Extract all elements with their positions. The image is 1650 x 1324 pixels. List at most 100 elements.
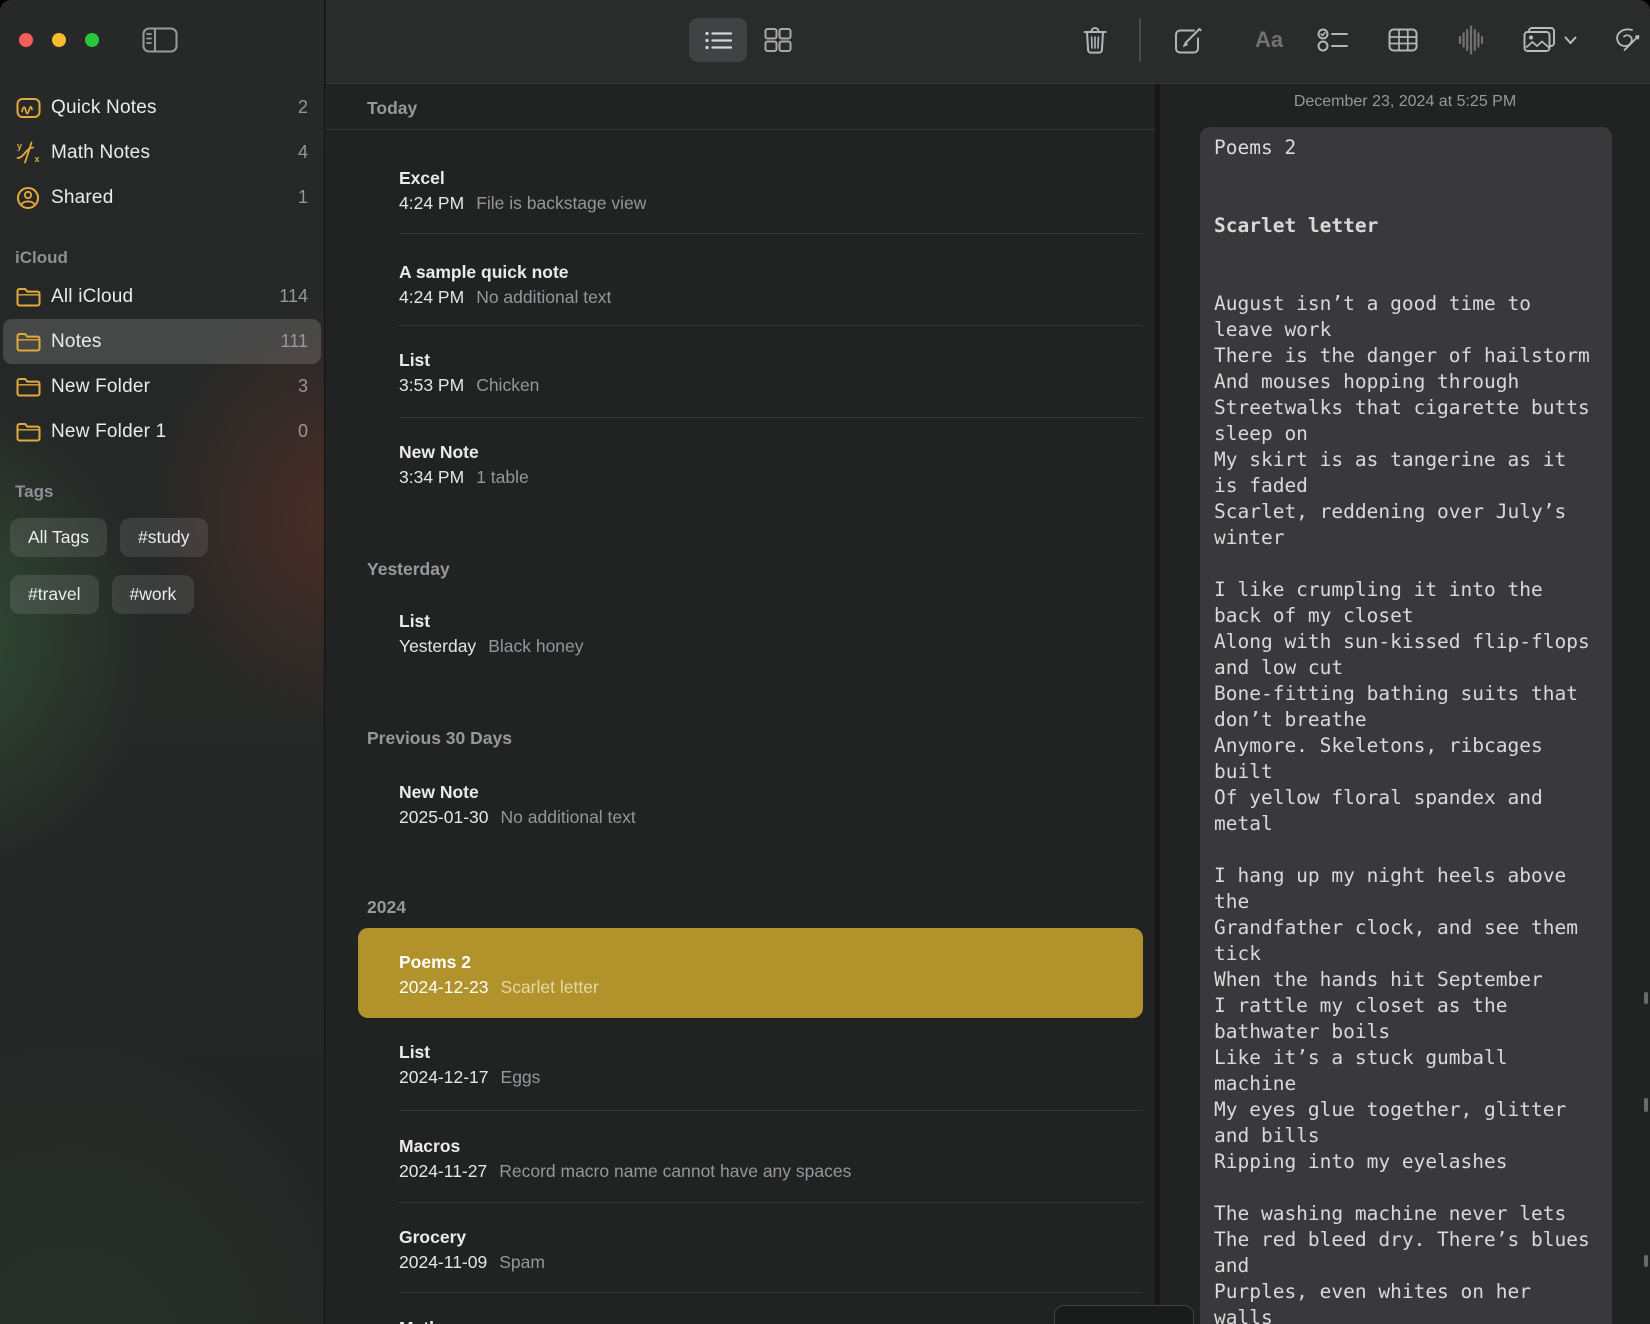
note-row-time: 3:34 PM (399, 467, 465, 487)
math-function-icon: yx (16, 141, 42, 164)
notes-group-header: Previous 30 Days (367, 728, 512, 748)
traffic-lights (19, 33, 99, 47)
sidebar-item-new-folder[interactable]: New Folder 3 (3, 364, 321, 409)
tag-pill-study[interactable]: #study (119, 518, 208, 557)
folder-icon (16, 422, 42, 442)
sidebar-item-count: 2 (297, 97, 308, 117)
note-row-time: 2024-11-09 (399, 1252, 488, 1272)
sidebar-item-count: 0 (297, 421, 308, 441)
sidebar-item-all-icloud[interactable]: All iCloud 114 (3, 274, 321, 319)
audio-record-button[interactable] (1458, 25, 1484, 55)
sidebar-icloud-folders: All iCloud 114 Notes 111 New Folder 3 New Fold… (0, 274, 324, 454)
note-row-time: 2024-11-27 (399, 1161, 488, 1181)
note-row-title: Math (399, 1317, 1142, 1324)
note-row-preview: Spam (499, 1252, 545, 1272)
list-view-button[interactable] (689, 18, 747, 62)
bottom-overlay (1054, 1305, 1194, 1324)
note-row-divider (398, 1110, 1142, 1111)
sidebar-item-new-folder-1[interactable]: New Folder 1 0 (3, 409, 321, 454)
sidebar-item-label: New Folder 1 (51, 420, 167, 442)
note-row[interactable]: Grocery 2024-11-09 Spam (399, 1226, 1142, 1273)
note-row-preview: Black honey (488, 636, 584, 656)
note-row[interactable]: List 2024-12-17 Eggs (399, 1041, 1142, 1088)
note-row-preview: No additional text (476, 287, 612, 307)
note-row-title: A sample quick note (399, 262, 569, 282)
toolbar-divider (1139, 18, 1141, 62)
svg-text:y: y (17, 141, 22, 151)
note-heading: Scarlet letter (1214, 214, 1379, 237)
zoom-window-button[interactable] (85, 33, 99, 47)
note-row-divider (398, 325, 1142, 326)
note-row-preview: Scarlet letter (500, 977, 599, 997)
minimize-window-button[interactable] (52, 33, 66, 47)
note-row[interactable]: List 3:53 PM Chicken (399, 349, 1142, 396)
note-row[interactable]: List Yesterday Black honey (399, 610, 1142, 657)
note-row-title: New Note (399, 442, 479, 462)
note-row-preview: Chicken (476, 375, 540, 395)
note-row-preview: File is backstage view (476, 193, 647, 213)
sidebar-item-label: Quick Notes (51, 96, 157, 118)
image-wand-button[interactable] (1611, 26, 1641, 54)
checklist-button[interactable] (1317, 28, 1349, 52)
note-row[interactable]: A sample quick note 4:24 PM No additional … (399, 261, 1142, 308)
sidebar-item-shared[interactable]: Shared 1 (3, 175, 321, 220)
note-row-time: 3:53 PM (399, 375, 465, 395)
insert-photos-button[interactable] (1523, 27, 1577, 53)
note-row-time: 2024-12-23 (399, 977, 489, 997)
insert-table-button[interactable] (1388, 28, 1418, 53)
note-content-block[interactable]: Poems 2 Scarlet letter August isn’t a go… (1200, 127, 1612, 1324)
delete-note-button[interactable] (1082, 26, 1108, 55)
sidebar-item-count: 4 (297, 142, 308, 162)
svg-text:x: x (35, 154, 40, 164)
note-row-title: New Note (399, 782, 479, 802)
new-note-button[interactable] (1173, 26, 1203, 55)
close-window-button[interactable] (19, 33, 33, 47)
notes-group-header: 2024 (367, 897, 406, 917)
note-row-preview: Record macro name cannot have any spaces (499, 1161, 852, 1181)
icloud-section-label: iCloud (15, 248, 68, 267)
note-row-title: Excel (399, 168, 445, 188)
sidebar-item-quick-notes[interactable]: Quick Notes 2 (3, 85, 321, 130)
note-row[interactable]: Poems 2 2024-12-23 Scarlet letter (399, 951, 1142, 998)
notes-group-header: Today (367, 98, 418, 118)
note-row-divider (398, 233, 1142, 234)
note-row-title: Poems 2 (399, 952, 471, 972)
sidebar-item-math-notes[interactable]: y x Math Notes 4 (3, 130, 321, 175)
note-row-divider (398, 1292, 1142, 1293)
note-row-title: Macros (399, 1136, 461, 1156)
format-text-button[interactable]: Aa (1255, 27, 1283, 53)
tag-pill-travel[interactable]: #travel (10, 575, 99, 614)
note-row-divider (398, 417, 1142, 418)
note-row[interactable]: Macros 2024-11-27 Record macro name cannot… (399, 1135, 1142, 1182)
note-row[interactable]: New Note 3:34 PM 1 table (399, 441, 1142, 488)
window-edge-artifact (1644, 1098, 1648, 1112)
shared-person-icon (16, 186, 42, 210)
note-row[interactable]: New Note 2025-01-30 No additional text (399, 781, 1142, 828)
notes-list: Today Excel 4:24 PM File is backstage view A… (326, 84, 1158, 1324)
tag-pill-alltags[interactable]: All Tags (10, 518, 107, 557)
note-editor-pane[interactable]: December 23, 2024 at 5:25 PM Poems 2 Sca… (1160, 84, 1650, 1324)
sidebar: Quick Notes 2 y x Math Notes 4 Shared 1 iCloud … (0, 0, 325, 1324)
sidebar-item-notes[interactable]: Notes 111 (3, 319, 321, 364)
note-row[interactable]: Math (399, 1317, 1142, 1324)
note-row[interactable]: Excel 4:24 PM File is backstage view (399, 167, 1142, 214)
sidebar-item-count: 1 (297, 187, 308, 207)
note-row-preview: 1 table (476, 467, 529, 487)
note-row-preview: Eggs (500, 1067, 541, 1087)
sidebar-smart-folders: Quick Notes 2 y x Math Notes 4 Shared 1 (0, 85, 324, 220)
note-date-header: December 23, 2024 at 5:25 PM (1293, 93, 1517, 110)
sidebar-item-label: Notes (51, 330, 102, 352)
sidebar-item-count: 3 (297, 376, 308, 396)
sidebar-item-label: New Folder (51, 375, 151, 397)
tag-pill-work[interactable]: #work (111, 575, 195, 614)
folder-icon (16, 377, 42, 397)
sidebar-toggle-icon[interactable] (140, 25, 180, 58)
sidebar-item-label: All iCloud (51, 285, 134, 307)
sidebar-item-label: Shared (51, 186, 114, 208)
gallery-view-button[interactable] (764, 28, 792, 52)
note-row-divider (398, 1202, 1142, 1203)
note-body: August isn’t a good time to leave work T… (1214, 292, 1590, 1324)
note-row-title: List (399, 611, 431, 631)
sidebar-item-count: 114 (279, 286, 308, 306)
folder-icon (16, 332, 42, 352)
